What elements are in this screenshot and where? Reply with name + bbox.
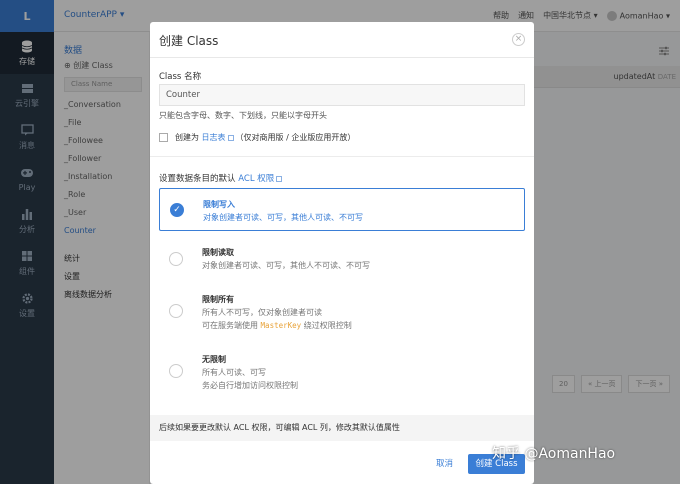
log-table-option: 创建为 日志表 （仅对商用版 / 企业版应用开放） <box>159 132 355 143</box>
watermark: 知乎 @AomanHao <box>492 446 616 462</box>
class-name-hint: 只能包含字母、数字、下划线，只能以字母开头 <box>159 111 327 120</box>
log-table-checkbox[interactable] <box>159 133 168 142</box>
cancel-button[interactable]: 取消 <box>436 457 453 469</box>
external-link-icon <box>227 134 234 141</box>
acl-option-title: 无限制 <box>202 355 226 364</box>
acl-option-desc-2: 务必自行增加访问权限控制 <box>202 381 298 390</box>
log-table-label-prefix: 创建为 <box>175 133 199 142</box>
acl-option-title: 限制所有 <box>202 295 234 304</box>
close-icon[interactable]: × <box>512 33 525 46</box>
log-table-note: （仅对商用版 / 企业版应用开放） <box>235 133 356 142</box>
acl-link[interactable]: ACL 权限 <box>238 174 274 184</box>
acl-option-title: 限制写入 <box>203 200 235 209</box>
acl-option-desc: 所有人不可写，仅对象创建者可读 <box>202 308 322 317</box>
dialog-title: 创建 Class <box>159 34 219 48</box>
log-table-link[interactable]: 日志表 <box>202 132 226 143</box>
acl-option-unrestricted[interactable]: 无限制 所有人可读、可写 务必自行增加访问权限控制 <box>159 348 525 398</box>
class-name-input[interactable]: Counter <box>159 84 525 106</box>
radio-button[interactable] <box>169 252 183 266</box>
external-link-icon <box>276 175 283 182</box>
radio-button[interactable] <box>169 304 183 318</box>
acl-option-restrict-write[interactable]: ✓ 限制写入 对象创建者可读、可写，其他人可读、不可写 <box>159 188 525 231</box>
acl-option-desc: 所有人可读、可写 <box>202 368 266 377</box>
radio-button[interactable] <box>169 364 183 378</box>
class-name-label: Class 名称 <box>159 72 202 82</box>
create-class-dialog: 创建 Class × Class 名称 Counter 只能包含字母、数字、下划… <box>150 22 534 484</box>
divider <box>150 156 534 157</box>
acl-option-desc: 对象创建者可读、可写，其他人不可读、不可写 <box>202 261 370 270</box>
acl-option-restrict-all[interactable]: 限制所有 所有人不可写，仅对象创建者可读 可在服务端使用 MasterKey 绕… <box>159 288 525 338</box>
masterkey-code: MasterKey <box>260 321 302 330</box>
check-icon[interactable]: ✓ <box>170 203 184 217</box>
divider <box>150 57 534 58</box>
acl-option-desc-2: 可在服务端使用 MasterKey 绕过权限控制 <box>202 321 352 330</box>
acl-option-restrict-read[interactable]: 限制读取 对象创建者可读、可写，其他人不可读、不可写 <box>159 240 525 280</box>
acl-footer-note: 后续如果要更改默认 ACL 权限，可编辑 ACL 列，修改其默认值属性 <box>150 415 534 441</box>
acl-section-title: 设置数据条目的默认 ACL 权限 <box>159 172 284 184</box>
acl-option-desc: 对象创建者可读、可写，其他人可读、不可写 <box>203 213 363 222</box>
acl-option-title: 限制读取 <box>202 248 234 257</box>
